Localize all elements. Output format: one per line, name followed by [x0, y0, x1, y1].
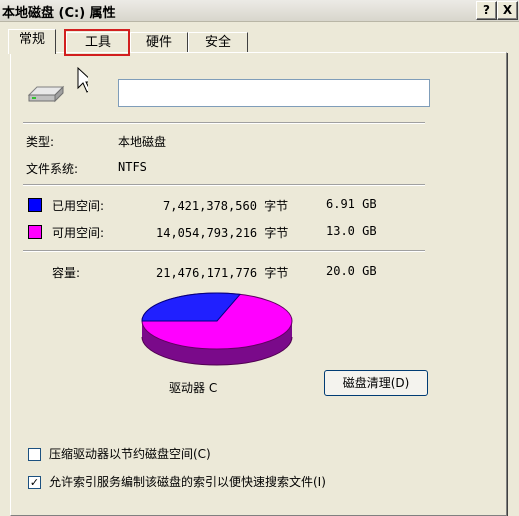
- used-space-size: 6.91 GB: [326, 197, 377, 211]
- type-label: 类型:: [26, 135, 55, 149]
- tools-tab-highlight: [64, 29, 130, 56]
- drive-label: 驱动器 C: [169, 381, 218, 395]
- capacity-size: 20.0 GB: [326, 264, 377, 278]
- index-checkbox[interactable]: ✓: [28, 476, 41, 489]
- free-space-bytes: 14,054,793,216 字节: [156, 226, 289, 240]
- index-checkbox-label: 允许索引服务编制该磁盘的索引以便快速搜索文件(I): [49, 475, 326, 489]
- compress-checkbox-label: 压缩驱动器以节约磁盘空间(C): [49, 447, 211, 461]
- general-tab-panel: 类型: 本地磁盘 文件系统: NTFS 已用空间: 7,421,378,560 …: [10, 52, 507, 516]
- separator: [23, 122, 425, 124]
- used-space-label: 已用空间:: [52, 199, 105, 213]
- file-system-label: 文件系统:: [26, 162, 79, 176]
- capacity-bytes: 21,476,171,776 字节: [156, 266, 289, 280]
- file-system-value: NTFS: [118, 160, 147, 174]
- title-bar: 本地磁盘 (C:) 属性 ? X: [0, 0, 519, 22]
- separator: [23, 184, 425, 186]
- free-space-size: 13.0 GB: [326, 224, 377, 238]
- free-space-swatch: [28, 225, 42, 239]
- tab-hardware[interactable]: 硬件: [130, 32, 188, 53]
- disk-usage-pie-chart: [141, 292, 293, 366]
- mouse-cursor-icon: [77, 66, 88, 93]
- help-button[interactable]: ?: [476, 1, 497, 20]
- used-space-bytes: 7,421,378,560 字节: [163, 199, 289, 213]
- capacity-label: 容量:: [52, 266, 81, 280]
- used-space-swatch: [28, 198, 42, 212]
- drive-icon: [27, 85, 65, 103]
- tab-general[interactable]: 常规: [8, 29, 56, 54]
- volume-label-input[interactable]: [118, 79, 430, 107]
- window-title: 本地磁盘 (C:) 属性: [2, 6, 116, 21]
- tab-security[interactable]: 安全: [188, 32, 248, 53]
- compress-checkbox[interactable]: [28, 448, 41, 461]
- close-button[interactable]: X: [497, 1, 518, 20]
- separator: [23, 250, 425, 252]
- disk-cleanup-button[interactable]: 磁盘清理(D): [324, 370, 428, 396]
- free-space-label: 可用空间:: [52, 226, 105, 240]
- type-value: 本地磁盘: [118, 135, 167, 149]
